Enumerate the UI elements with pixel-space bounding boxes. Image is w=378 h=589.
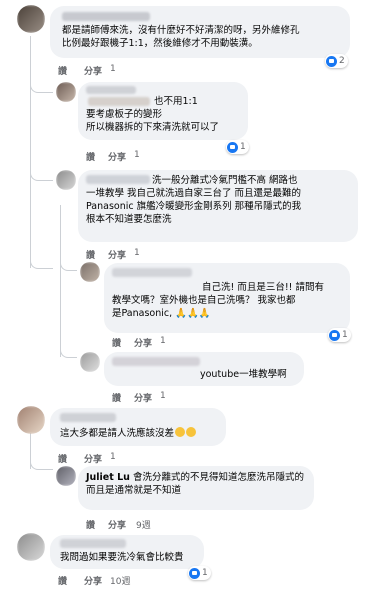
comment-text: 洗一般分離式冷氣門檻不高 網路也 一堆教學 我自己就洗過自家三台了 而且還是最難… (86, 175, 302, 225)
author-name-redacted[interactable] (88, 97, 150, 106)
share-button[interactable]: 分享 (84, 452, 102, 465)
timestamp[interactable]: 1 (110, 452, 116, 462)
comment-text: 都是請師傅來洗，沒有什麼好不好清潔的呀，另外維修孔 比例最好跟機子1:1，然後維… (62, 25, 300, 49)
thread-connector (60, 345, 77, 358)
comment-text: Juliet Lu 會洗分離式的不見得知道怎麼洗吊隱式的 而且是通常就是不知道 (86, 472, 304, 496)
thread-connector (30, 456, 53, 470)
timestamp[interactable]: 1 (110, 64, 116, 74)
like-button[interactable]: 讚 (86, 518, 95, 531)
grimace-emoji-icon (186, 427, 197, 437)
reaction-count: 2 (339, 56, 345, 66)
avatar[interactable] (17, 533, 45, 561)
avatar[interactable] (17, 406, 45, 434)
comment-text: youtube一堆教學啊 (200, 369, 287, 380)
share-button[interactable]: 分享 (134, 391, 152, 404)
comment-text: 這大多都是請人洗應該沒差 (60, 427, 197, 440)
thread-connector (30, 160, 53, 181)
like-reaction-icon (329, 329, 340, 341)
like-button[interactable]: 讚 (58, 64, 67, 77)
comment-text: 自己洗! 而且是三台!! 請問有 教學文嗎？室外機也是自己洗嗎？ 我家也都 是P… (112, 282, 324, 319)
comment-actions: 讚 分享 1 (86, 150, 186, 163)
avatar[interactable] (80, 262, 100, 282)
share-button[interactable]: 分享 (108, 518, 126, 531)
reply-bubble: 自己洗! 而且是三台!! 請問有 教學文嗎？室外機也是自己洗嗎？ 我家也都 是P… (104, 263, 350, 333)
author-name-redacted[interactable] (62, 12, 150, 21)
thread-connector (30, 80, 53, 93)
reaction-badge[interactable]: 2 (325, 54, 348, 68)
comment-actions: 讚 分享 1 (58, 452, 158, 465)
like-button[interactable]: 讚 (58, 452, 67, 465)
like-reaction-icon (189, 567, 200, 579)
reaction-badge[interactable]: 1 (188, 566, 211, 580)
like-button[interactable]: 讚 (86, 150, 95, 163)
reaction-count: 1 (342, 330, 348, 340)
like-button[interactable]: 讚 (112, 336, 121, 349)
timestamp[interactable]: 9週 (136, 518, 151, 531)
thread-connector (30, 245, 53, 269)
thread-connector (60, 260, 77, 271)
share-button[interactable]: 分享 (84, 64, 102, 77)
timestamp[interactable]: 1 (134, 248, 140, 258)
comment-bubble: 都是請師傅來洗，沒有什麼好不好清潔的呀，另外維修孔 比例最好跟機子1:1，然後維… (50, 6, 350, 58)
avatar[interactable] (80, 352, 100, 372)
thread-line-c1 (30, 36, 31, 268)
timestamp[interactable]: 1 (160, 391, 166, 401)
author-name-redacted[interactable] (60, 413, 116, 422)
comment-actions: 讚 分享 10週 (58, 574, 168, 587)
comment-bubble: 這大多都是請人洗應該沒差 (50, 408, 226, 446)
avatar[interactable] (17, 5, 45, 33)
timestamp[interactable]: 1 (160, 336, 166, 346)
avatar[interactable] (56, 466, 76, 486)
like-button[interactable]: 讚 (86, 248, 95, 261)
timestamp[interactable]: 1 (134, 150, 140, 160)
comment-actions: 讚 分享 9週 (86, 518, 206, 531)
comment-bubble: 我問過如果要洗冷氣會比較貴 (50, 535, 204, 569)
share-button[interactable]: 分享 (134, 336, 152, 349)
avatar[interactable] (56, 82, 76, 102)
like-reaction-icon (326, 55, 337, 67)
thread-line-r2 (60, 205, 61, 357)
share-button[interactable]: 分享 (108, 248, 126, 261)
reaction-badge[interactable]: 1 (328, 328, 351, 342)
reply-bubble: 也不用1:1 要考慮板子的變形 所以機器拆的下來清洗就可以了 (78, 82, 248, 140)
author-name-redacted[interactable] (112, 357, 200, 366)
reaction-count: 1 (202, 568, 208, 578)
reaction-count: 1 (240, 142, 246, 152)
author-name-redacted[interactable] (112, 268, 192, 277)
reply-bubble: 洗一般分離式冷氣門檻不高 網路也 一堆教學 我自己就洗過自家三台了 而且還是最難… (78, 170, 358, 242)
author-name-redacted[interactable] (86, 86, 136, 94)
comment-actions: 讚 分享 1 (58, 64, 158, 77)
avatar[interactable] (56, 170, 76, 190)
comment-text: 要考慮板子的變形 所以機器拆的下來清洗就可以了 (86, 109, 220, 133)
like-reaction-icon (227, 141, 238, 153)
like-button[interactable]: 讚 (58, 574, 67, 587)
comment-actions: 讚 分享 1 (112, 336, 212, 349)
share-button[interactable]: 分享 (108, 150, 126, 163)
reaction-badge[interactable]: 1 (226, 140, 249, 154)
timestamp[interactable]: 10週 (110, 574, 130, 587)
reply-bubble: youtube一堆教學啊 (104, 352, 304, 386)
share-button[interactable]: 分享 (84, 574, 102, 587)
like-button[interactable]: 讚 (112, 391, 121, 404)
comment-actions: 讚 分享 1 (86, 248, 186, 261)
comment-text: 我問過如果要洗冷氣會比較貴 (60, 552, 184, 563)
author-name-redacted[interactable] (60, 539, 126, 548)
grimace-emoji-icon (175, 427, 186, 437)
author-name[interactable]: Juliet Lu (86, 472, 130, 483)
comment-actions: 讚 分享 1 (112, 391, 212, 404)
comment-text: 也不用1:1 (154, 96, 198, 107)
reply-bubble: Juliet Lu 會洗分離式的不見得知道怎麼洗吊隱式的 而且是通常就是不知道 (78, 466, 314, 510)
